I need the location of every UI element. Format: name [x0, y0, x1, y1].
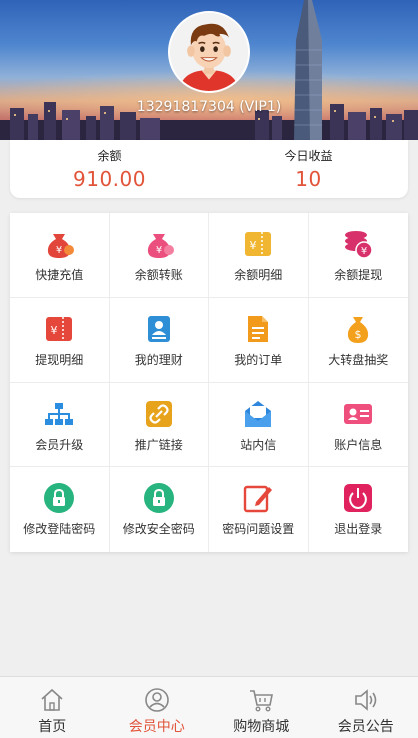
menu-item-change-security-password[interactable]: 修改安全密码 — [110, 467, 209, 552]
tab-home[interactable]: 首页 — [0, 677, 105, 738]
dollar-bag-icon: $ — [348, 316, 369, 343]
today-earnings-value: 10 — [295, 167, 322, 191]
cart-icon — [250, 690, 274, 712]
svg-text:$: $ — [355, 328, 362, 341]
menu-item-label: 我的订单 — [234, 352, 283, 367]
balance-label: 余额 — [97, 149, 122, 163]
menu-item-label: 快捷充值 — [35, 268, 84, 282]
menu-item-quick-recharge[interactable]: ¥ 快捷充值 — [10, 213, 110, 298]
menu-item-label: 会员升级 — [35, 437, 84, 452]
svg-text:¥: ¥ — [250, 239, 257, 252]
profile-card-icon — [147, 315, 170, 342]
menu-item-label: 退出登录 — [334, 522, 383, 537]
tab-shopping-mall[interactable]: 购物商城 — [209, 677, 314, 738]
menu-item-balance-details[interactable]: ¥ 余额明细 — [209, 213, 309, 298]
header-banner: 13291817304 (VIP1) — [0, 0, 418, 140]
svg-text:¥: ¥ — [156, 245, 162, 256]
menu-item-withdraw-details[interactable]: ¥ 提现明细 — [10, 297, 110, 383]
tab-label: 购物商城 — [233, 719, 290, 735]
id-card-icon — [344, 403, 373, 424]
member-menu-grid: ¥ 快捷充值 ¥ 余额转账 ¥ 余额明细 ¥ 余额提现 ¥ 提现明细 我的理财 … — [10, 213, 408, 552]
yen-ticket-red-icon: ¥ — [46, 316, 73, 341]
speaker-icon — [354, 689, 377, 711]
home-icon — [41, 688, 63, 711]
menu-item-promo-link[interactable]: 推广链接 — [109, 382, 209, 468]
today-earnings-label: 今日收益 — [284, 149, 333, 163]
balance-card: 余额 910.00 今日收益 10 — [10, 140, 408, 198]
bottom-tab-bar: 首页 会员中心 购物商城 会员公告 — [0, 676, 418, 738]
org-chart-icon — [45, 402, 74, 425]
menu-item-my-finance[interactable]: 我的理财 — [109, 297, 209, 383]
menu-item-label: 余额提现 — [334, 268, 383, 282]
menu-item-lucky-wheel[interactable]: $ 大转盘抽奖 — [308, 298, 408, 383]
avatar[interactable] — [168, 11, 250, 93]
menu-item-balance-transfer[interactable]: ¥ 余额转账 — [109, 213, 209, 298]
power-icon — [344, 484, 373, 513]
menu-item-label: 修改安全密码 — [122, 522, 195, 537]
svg-text:¥: ¥ — [361, 246, 367, 257]
menu-item-label: 站内信 — [240, 437, 277, 452]
tower-image — [294, 0, 322, 140]
tab-member-center[interactable]: 会员中心 — [105, 677, 210, 738]
menu-item-label: 推广链接 — [134, 437, 183, 452]
menu-item-label: 大转盘抽奖 — [328, 352, 389, 367]
menu-item-member-upgrade[interactable]: 会员升级 — [10, 382, 110, 468]
money-bag-red-icon: ¥ — [48, 234, 75, 258]
menu-item-balance-withdraw[interactable]: ¥ 余额提现 — [308, 213, 408, 298]
menu-item-label: 余额明细 — [234, 268, 283, 282]
lock-icon — [44, 483, 75, 514]
menu-item-change-login-password[interactable]: 修改登陆密码 — [10, 467, 110, 552]
menu-item-label: 提现明细 — [35, 352, 84, 367]
envelope-icon — [245, 400, 272, 427]
coins-yen-icon: ¥ — [345, 231, 373, 259]
menu-item-label: 余额转账 — [134, 268, 183, 282]
menu-item-logout[interactable]: 退出登录 — [309, 467, 409, 552]
menu-item-site-messages[interactable]: 站内信 — [209, 382, 309, 468]
menu-item-account-info[interactable]: 账户信息 — [308, 383, 408, 468]
link-icon — [145, 400, 172, 427]
tab-label: 首页 — [38, 719, 67, 735]
document-icon — [248, 315, 269, 342]
tab-label: 会员公告 — [337, 719, 394, 735]
menu-item-label: 我的理财 — [134, 352, 183, 367]
money-bag-pink-icon: ¥ — [147, 234, 174, 258]
menu-item-security-question[interactable]: 密码问题设置 — [209, 467, 309, 552]
tab-label: 会员中心 — [128, 719, 185, 735]
menu-item-label: 账户信息 — [334, 437, 383, 452]
user-icon — [144, 688, 169, 712]
menu-item-my-orders[interactable]: 我的订单 — [209, 297, 309, 383]
tab-member-notice[interactable]: 会员公告 — [314, 677, 418, 738]
svg-text:¥: ¥ — [51, 324, 58, 337]
today-earnings-section[interactable]: 今日收益 10 — [209, 140, 408, 198]
menu-item-label: 密码问题设置 — [222, 522, 295, 537]
balance-value: 910.00 — [73, 167, 146, 191]
balance-section[interactable]: 余额 910.00 — [10, 140, 209, 198]
user-phone-text: 13291817304 (VIP1) — [136, 99, 282, 115]
avatar-cartoon-boy-icon — [170, 13, 248, 91]
lock-icon — [143, 483, 174, 514]
yen-ticket-icon: ¥ — [245, 232, 272, 256]
svg-text:¥: ¥ — [56, 245, 62, 256]
menu-item-label: 修改登陆密码 — [23, 522, 96, 537]
edit-icon — [244, 486, 273, 513]
